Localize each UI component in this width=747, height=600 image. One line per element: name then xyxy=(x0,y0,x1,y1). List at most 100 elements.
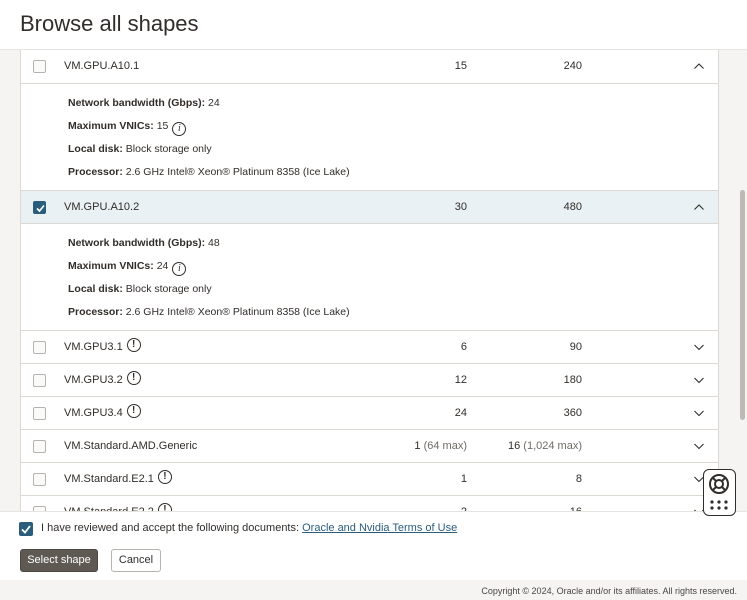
row-toggle[interactable] xyxy=(693,374,705,389)
detail-value: 15 xyxy=(156,120,169,132)
detail-label: Processor: xyxy=(68,166,123,178)
warning-circle-icon[interactable]: ! xyxy=(126,338,141,352)
row-checkbox[interactable] xyxy=(33,201,46,214)
row-toggle[interactable] xyxy=(693,60,705,75)
detail-label: Local disk: xyxy=(68,143,123,155)
shape-name: VM.GPU3.4! xyxy=(64,404,141,421)
row-checkbox[interactable] xyxy=(33,60,46,73)
lifebuoy-icon xyxy=(709,474,729,510)
select-shape-button[interactable]: Select shape xyxy=(20,549,98,572)
table-row[interactable]: VM.GPU.A10.1 15 240 xyxy=(21,50,718,84)
row-toggle[interactable] xyxy=(693,341,705,356)
detail-disk: Local disk: Block storage only xyxy=(68,282,718,305)
shape-name-text: VM.GPU.A10.2 xyxy=(64,201,140,213)
chevron-down-icon[interactable] xyxy=(693,341,705,353)
action-footer: I have reviewed and accept the following… xyxy=(0,511,747,580)
chevron-down-icon[interactable] xyxy=(693,407,705,419)
detail-label: Network bandwidth (Gbps): xyxy=(68,237,206,249)
ocpu-number: 1 xyxy=(414,440,421,452)
shapes-table: VM.GPU.A10.1 15 240 Network bandwidth (Gbps… xyxy=(20,50,719,511)
chevron-up-icon[interactable] xyxy=(693,201,705,213)
shape-details: Network bandwidth (Gbps): 24 Maximum VNIC… xyxy=(21,84,718,191)
ocpu-value: 1 (64 max) xyxy=(414,440,467,452)
shape-name-text: VM.GPU.A10.1 xyxy=(64,60,140,72)
detail-value: 24 xyxy=(156,260,169,272)
row-toggle[interactable] xyxy=(693,201,705,216)
scrollbar-thumb[interactable] xyxy=(740,190,745,420)
detail-bandwidth: Network bandwidth (Gbps): 24 xyxy=(68,96,718,119)
detail-bandwidth: Network bandwidth (Gbps): 48 xyxy=(68,236,718,259)
table-row[interactable]: VM.Standard.E2.2!216 xyxy=(21,496,718,511)
shape-name: VM.Standard.E2.1! xyxy=(64,470,172,487)
browse-shapes-panel: Browse all shapes VM.GPU.A10.1 15 240 Netwo… xyxy=(0,0,747,580)
ocpu-value: 30 xyxy=(455,201,467,213)
detail-value: 24 xyxy=(208,97,220,109)
detail-processor: Processor: 2.6 GHz Intel® Xeon® Platinum… xyxy=(68,165,718,188)
warning-circle-icon[interactable]: ! xyxy=(157,503,172,511)
ocpu-value: 6 xyxy=(461,341,467,353)
detail-processor: Processor: 2.6 GHz Intel® Xeon® Platinum… xyxy=(68,305,718,328)
ocpu-number: 24 xyxy=(454,407,467,419)
row-checkbox[interactable] xyxy=(33,374,46,387)
detail-value: 2.6 GHz Intel® Xeon® Platinum 8358 (Ice … xyxy=(125,306,350,318)
shape-name-text: VM.GPU3.2 xyxy=(64,374,123,386)
table-row[interactable]: VM.Standard.AMD.Generic 1 (64 max) 16 (1,0… xyxy=(21,430,718,463)
row-toggle[interactable] xyxy=(693,407,705,422)
check-icon xyxy=(36,204,45,213)
ocpu-max: (64 max) xyxy=(423,440,467,452)
shape-details: Network bandwidth (Gbps): 48 Maximum VNIC… xyxy=(21,224,718,331)
shape-name: VM.GPU.A10.2 xyxy=(64,201,139,213)
shape-name-text: VM.GPU3.1 xyxy=(64,341,123,353)
detail-label: Maximum VNICs: xyxy=(68,120,154,132)
info-icon[interactable]: i xyxy=(172,262,187,276)
warning-circle-icon[interactable]: ! xyxy=(126,371,141,385)
detail-value: Block storage only xyxy=(125,143,212,155)
shape-name-text: VM.Standard.E2.1 xyxy=(64,473,154,485)
shapes-scroll-area[interactable]: VM.GPU.A10.1 15 240 Network bandwidth (Gbps… xyxy=(0,50,747,511)
row-checkbox[interactable] xyxy=(33,341,46,354)
detail-value: 48 xyxy=(208,237,220,249)
memory-number: 360 xyxy=(563,407,582,419)
detail-value: Block storage only xyxy=(125,283,212,295)
accept-terms-checkbox[interactable] xyxy=(19,522,33,536)
row-checkbox[interactable] xyxy=(33,407,46,420)
shape-name: VM.Standard.AMD.Generic xyxy=(64,440,197,452)
ocpu-number: 15 xyxy=(454,60,467,72)
info-icon[interactable]: i xyxy=(172,122,187,136)
memory-number: 480 xyxy=(563,201,582,213)
table-row[interactable]: VM.GPU.A10.2 30 480 xyxy=(21,191,718,224)
shape-name: VM.GPU.A10.1 xyxy=(64,60,139,72)
table-row[interactable]: VM.GPU3.4! 24 360 xyxy=(21,397,718,430)
warning-circle-icon[interactable]: ! xyxy=(126,404,141,418)
ocpu-number: 6 xyxy=(460,341,467,353)
ocpu-value: 15 xyxy=(455,60,467,72)
cancel-button[interactable]: Cancel xyxy=(111,549,161,572)
table-row[interactable]: VM.Standard.E2.1! 1 8 xyxy=(21,463,718,496)
chevron-down-icon[interactable] xyxy=(693,374,705,386)
row-checkbox[interactable] xyxy=(33,473,46,486)
row-toggle[interactable] xyxy=(693,440,705,455)
accept-terms-label: I have reviewed and accept the following… xyxy=(41,522,300,534)
shape-name-text: VM.Standard.AMD.Generic xyxy=(64,440,198,452)
memory-number: 8 xyxy=(575,473,582,485)
table-row[interactable]: VM.GPU3.1! 6 90 xyxy=(21,331,718,364)
detail-label: Maximum VNICs: xyxy=(68,260,154,272)
memory-value: 360 xyxy=(564,407,582,419)
memory-number: 90 xyxy=(569,341,582,353)
accept-terms-text: I have reviewed and accept the following… xyxy=(41,522,457,534)
memory-number: 240 xyxy=(563,60,582,72)
detail-label: Processor: xyxy=(68,306,123,318)
chevron-down-icon[interactable] xyxy=(693,440,705,452)
memory-value: 16 (1,024 max) xyxy=(508,440,582,452)
shape-name-text: VM.GPU3.4 xyxy=(64,407,123,419)
chevron-up-icon[interactable] xyxy=(693,60,705,72)
memory-value: 240 xyxy=(564,60,582,72)
ocpu-value: 12 xyxy=(455,374,467,386)
warning-circle-icon[interactable]: ! xyxy=(157,470,172,484)
terms-link[interactable]: Oracle and Nvidia Terms of Use xyxy=(302,522,457,534)
row-checkbox[interactable] xyxy=(33,440,46,453)
ocpu-number: 12 xyxy=(454,374,467,386)
help-widget[interactable] xyxy=(703,469,736,516)
table-row[interactable]: VM.GPU3.2! 12 180 xyxy=(21,364,718,397)
detail-vnics: Maximum VNICs: 24 i xyxy=(68,259,718,282)
